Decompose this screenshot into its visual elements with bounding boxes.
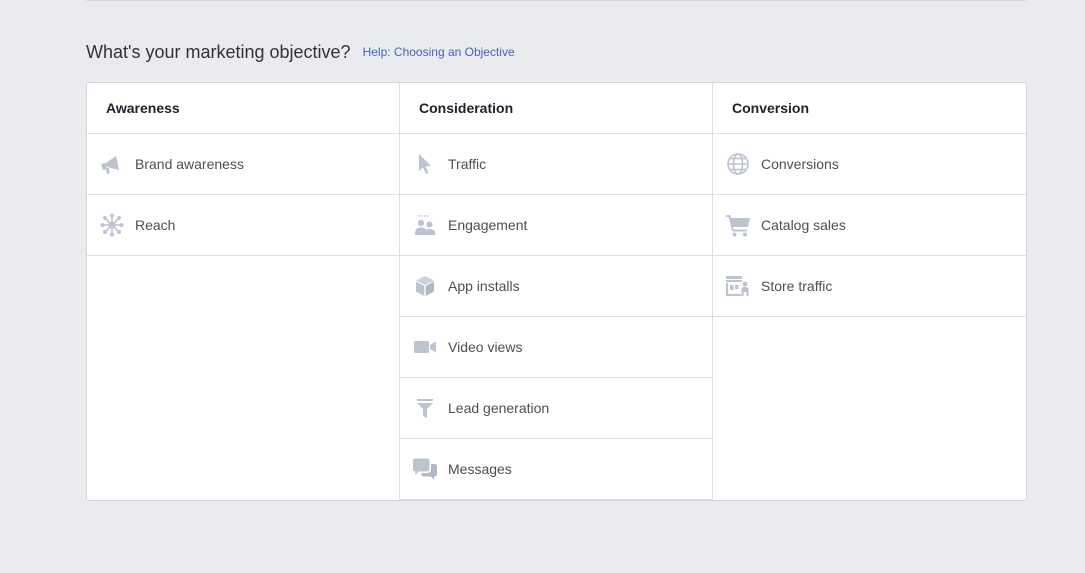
option-catalog-sales[interactable]: Catalog sales — [713, 195, 1026, 256]
shopping-cart-icon — [725, 212, 751, 238]
option-video-views[interactable]: Video views — [400, 317, 712, 378]
people-icon — [412, 212, 438, 238]
option-label: Traffic — [448, 156, 487, 172]
top-divider — [86, 0, 1026, 1]
box-icon — [412, 273, 438, 299]
option-label: Video views — [448, 339, 523, 355]
option-messages[interactable]: Messages — [400, 439, 712, 500]
column-awareness: Awareness Brand awareness Reach — [87, 83, 400, 500]
funnel-icon — [412, 395, 438, 421]
option-reach[interactable]: Reach — [87, 195, 399, 256]
option-app-installs[interactable]: App installs — [400, 256, 712, 317]
option-label: Lead generation — [448, 400, 550, 416]
option-label: Conversions — [761, 156, 839, 172]
help-choosing-objective-link[interactable]: Help: Choosing an Objective — [363, 45, 515, 59]
option-lead-generation[interactable]: Lead generation — [400, 378, 712, 439]
objective-header: What's your marketing objective? Help: C… — [86, 40, 515, 64]
option-label: Engagement — [448, 217, 528, 233]
column-header-awareness: Awareness — [87, 83, 399, 134]
column-consideration: Consideration Traffic Engagement App ins… — [400, 83, 713, 500]
page-title: What's your marketing objective? — [86, 41, 351, 62]
option-engagement[interactable]: Engagement — [400, 195, 712, 256]
option-conversions[interactable]: Conversions — [713, 134, 1026, 195]
globe-icon — [725, 151, 751, 177]
objective-table: Awareness Brand awareness Reach Consider… — [86, 82, 1027, 501]
column-header-conversion: Conversion — [713, 83, 1026, 134]
option-brand-awareness[interactable]: Brand awareness — [87, 134, 399, 195]
chat-bubbles-icon — [412, 456, 438, 482]
option-traffic[interactable]: Traffic — [400, 134, 712, 195]
video-camera-icon — [412, 334, 438, 360]
column-conversion: Conversion Conversions Catalog sales Sto… — [713, 83, 1026, 500]
cursor-icon — [412, 151, 438, 177]
option-label: App installs — [448, 278, 520, 294]
store-icon — [725, 273, 751, 299]
reach-icon — [99, 212, 125, 238]
option-label: Brand awareness — [135, 156, 244, 172]
option-label: Catalog sales — [761, 217, 846, 233]
option-label: Store traffic — [761, 278, 833, 294]
megaphone-icon — [99, 151, 125, 177]
option-label: Messages — [448, 461, 512, 477]
column-header-consideration: Consideration — [400, 83, 712, 134]
option-store-traffic[interactable]: Store traffic — [713, 256, 1026, 317]
option-label: Reach — [135, 217, 176, 233]
